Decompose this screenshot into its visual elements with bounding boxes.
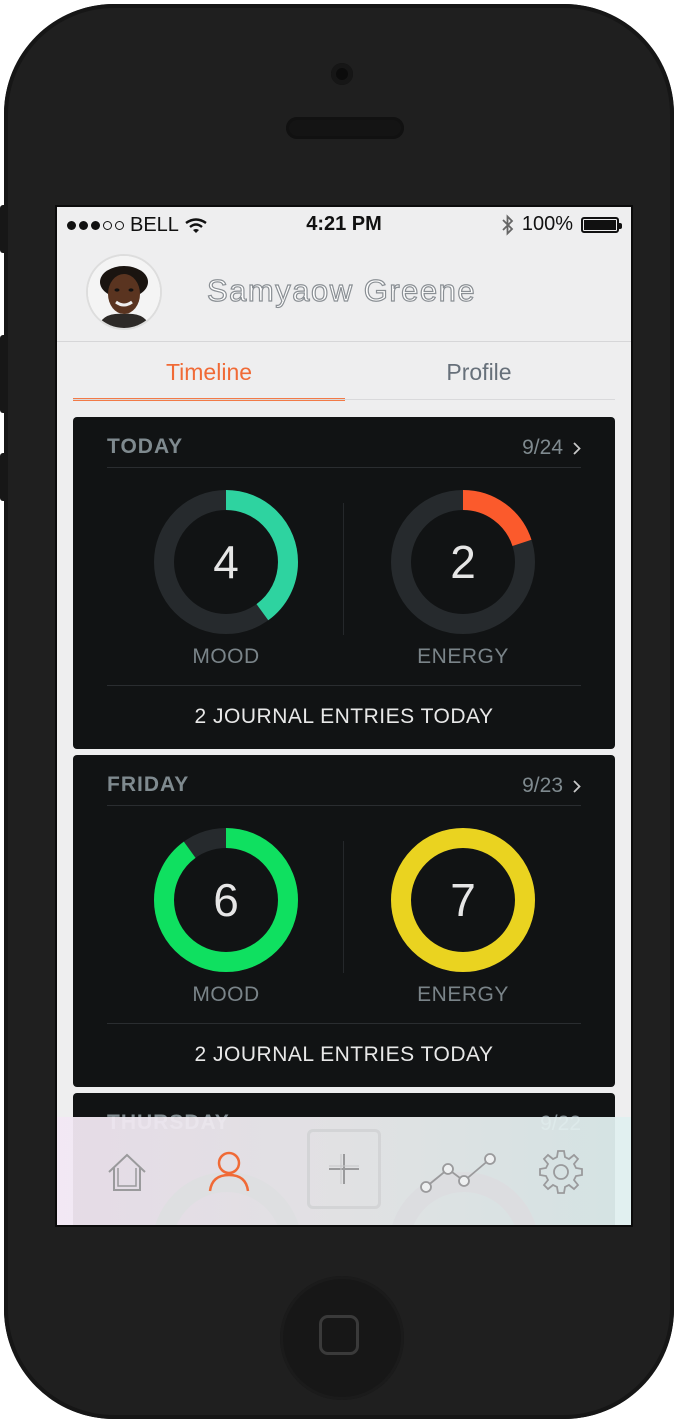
- nav-settings[interactable]: [531, 1117, 591, 1225]
- tab-bar: Timeline Profile: [73, 342, 615, 402]
- card-date: 9/24: [522, 436, 563, 459]
- energy-label: ENERGY: [417, 983, 509, 1006]
- profile-icon: [208, 1151, 250, 1192]
- add-icon: [329, 1154, 359, 1184]
- settings-icon: [539, 1150, 583, 1194]
- card-divider: [107, 805, 581, 806]
- screen: BELL 4:21 PM 100% Samyaow Greene Timelin…: [55, 205, 633, 1227]
- card-day: TODAY: [107, 435, 184, 458]
- battery-percent: 100%: [521, 213, 573, 235]
- journal-entries-count[interactable]: 2 JOURNAL ENTRIES TODAY: [73, 705, 615, 729]
- side-button-volume-up: [0, 335, 8, 413]
- card-day: FRIDAY: [107, 773, 190, 796]
- card-vertical-divider: [343, 503, 344, 635]
- card-vertical-divider: [343, 841, 344, 973]
- chevron-right-icon: [573, 441, 581, 455]
- avatar-photo: [88, 256, 160, 328]
- status-right: 100%: [502, 213, 622, 236]
- mood-label: MOOD: [192, 645, 260, 668]
- mood-gauge: 6: [153, 827, 299, 973]
- mood-label: MOOD: [192, 983, 260, 1006]
- card-divider: [107, 467, 581, 468]
- card-date-link[interactable]: 9/23: [522, 774, 581, 798]
- day-card-today[interactable]: TODAY 9/24 4 MOOD 2 ENERGY 2 JOURNAL ENT…: [73, 417, 615, 749]
- side-button-mute: [0, 205, 8, 253]
- home-icon: [108, 1153, 146, 1191]
- card-header: FRIDAY 9/23: [107, 769, 581, 805]
- home-button-square-icon: [319, 1315, 359, 1355]
- status-bar: BELL 4:21 PM 100%: [57, 207, 631, 243]
- side-button-volume-down: [0, 453, 8, 501]
- tab-profile[interactable]: Profile: [343, 342, 615, 402]
- energy-value: 2: [450, 536, 476, 588]
- front-camera: [331, 63, 353, 85]
- card-footer-divider: [107, 685, 581, 686]
- chevron-right-icon: [573, 779, 581, 793]
- avatar[interactable]: [88, 256, 160, 328]
- card-date-link[interactable]: 9/24: [522, 436, 581, 460]
- nav-home[interactable]: [97, 1117, 157, 1225]
- mood-value: 6: [213, 874, 239, 926]
- battery-icon: [581, 216, 622, 233]
- tabs-divider: [73, 399, 615, 400]
- energy-value: 7: [450, 874, 476, 926]
- nav-profile[interactable]: [199, 1117, 259, 1225]
- energy-label: ENERGY: [417, 645, 509, 668]
- bottom-nav: [57, 1117, 631, 1225]
- bluetooth-icon: [502, 213, 514, 236]
- phone-frame: BELL 4:21 PM 100% Samyaow Greene Timelin…: [0, 0, 678, 1423]
- speaker-grille: [286, 117, 404, 139]
- trends-icon: [420, 1153, 496, 1193]
- home-button[interactable]: [280, 1276, 404, 1400]
- user-name: Samyaow Greene: [206, 272, 477, 308]
- mood-value: 4: [213, 536, 239, 588]
- card-date: 9/23: [522, 774, 563, 797]
- card-footer-divider: [107, 1023, 581, 1024]
- energy-gauge: 7: [390, 827, 536, 973]
- energy-gauge: 2: [390, 489, 536, 635]
- mood-gauge: 4: [153, 489, 299, 635]
- journal-entries-count[interactable]: 2 JOURNAL ENTRIES TODAY: [73, 1043, 615, 1067]
- nav-trends[interactable]: [419, 1117, 501, 1225]
- card-header: TODAY 9/24: [107, 431, 581, 467]
- add-entry-button[interactable]: [307, 1129, 381, 1209]
- day-card-friday[interactable]: FRIDAY 9/23 6 MOOD 7 ENERGY 2 JOURNAL EN…: [73, 755, 615, 1087]
- tab-timeline[interactable]: Timeline: [73, 342, 345, 402]
